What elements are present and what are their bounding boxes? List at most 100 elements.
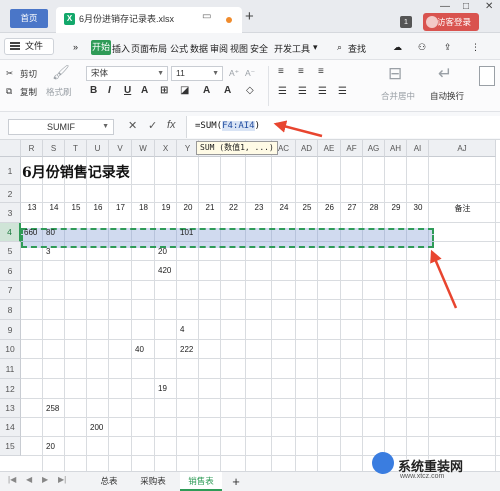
merge-center-button[interactable]: 合并居中 <box>381 90 415 102</box>
column-header[interactable]: V <box>109 140 132 157</box>
row-header[interactable]: 8 <box>0 300 21 320</box>
column-header[interactable]: AJ <box>429 140 496 157</box>
day-header-cell[interactable]: 29 <box>385 203 407 212</box>
data-cell[interactable]: 101 <box>180 228 193 237</box>
border-icon[interactable]: ⊞ <box>160 85 168 96</box>
day-header-cell[interactable]: 24 <box>272 203 296 212</box>
data-cell[interactable]: 19 <box>158 384 167 393</box>
tab-review[interactable]: 审阅 <box>210 42 228 55</box>
italic-icon[interactable]: I <box>108 85 111 96</box>
data-cell[interactable]: 420 <box>158 266 171 275</box>
more-menu-icon[interactable]: » <box>73 42 78 52</box>
tab-page-layout[interactable]: 页面布局 <box>131 42 167 55</box>
formula-input[interactable]: =SUM(F4:AI4) <box>186 116 500 138</box>
day-header-cell[interactable]: 13 <box>21 203 43 212</box>
data-cell[interactable]: 660 <box>24 228 37 237</box>
day-header-cell[interactable]: 20 <box>177 203 199 212</box>
column-header[interactable]: T <box>65 140 87 157</box>
column-header[interactable]: AE <box>318 140 341 157</box>
guest-login-button[interactable]: 访客登录 <box>423 13 479 31</box>
underline-icon[interactable]: U <box>124 85 131 96</box>
row-header[interactable]: 2 <box>0 185 21 203</box>
column-header[interactable]: AD <box>296 140 318 157</box>
highlight-color-icon[interactable]: A <box>224 85 231 96</box>
day-header-cell[interactable]: 30 <box>407 203 429 212</box>
font-color-icon[interactable]: A <box>203 85 210 96</box>
justify-icon[interactable]: ☰ <box>338 86 347 97</box>
tab-view[interactable]: 视图 <box>230 42 248 55</box>
data-cell[interactable]: 80 <box>46 228 55 237</box>
column-header[interactable]: AF <box>341 140 363 157</box>
tab-data[interactable]: 数据 <box>190 42 208 55</box>
number-format-icon[interactable] <box>479 66 495 86</box>
day-header-cell[interactable]: 17 <box>109 203 132 212</box>
sheet-tab-purchase[interactable]: 采购表 <box>134 472 172 491</box>
column-header[interactable]: W <box>132 140 155 157</box>
row-header[interactable]: 9 <box>0 320 21 340</box>
row-header[interactable]: 13 <box>0 399 21 418</box>
name-box[interactable]: SUMIF ▼ <box>8 119 114 135</box>
more-options-icon[interactable]: ⋮ <box>471 42 480 53</box>
row-header[interactable]: 6 <box>0 261 21 281</box>
collab-icon[interactable]: ⚇ <box>418 42 426 53</box>
data-cell[interactable]: 222 <box>180 345 193 354</box>
row-header[interactable]: 4 <box>0 223 21 242</box>
fill-color-icon[interactable]: ◪ <box>180 85 189 96</box>
align-left-icon[interactable]: ☰ <box>278 86 287 97</box>
prev-sheet-icon[interactable]: ◀ <box>26 475 32 484</box>
search-icon[interactable]: ⌕ <box>337 42 342 53</box>
font-grow-icon[interactable]: A⁺ <box>229 68 239 79</box>
select-all-corner[interactable] <box>0 140 21 157</box>
row-header[interactable]: 14 <box>0 418 21 437</box>
next-sheet-icon[interactable]: ▶ <box>42 475 48 484</box>
copy-icon[interactable]: ⧉ <box>6 86 12 97</box>
column-header[interactable]: S <box>43 140 65 157</box>
day-header-cell[interactable]: 23 <box>246 203 272 212</box>
day-header-cell[interactable]: 16 <box>87 203 109 212</box>
row-header[interactable]: 3 <box>0 203 21 223</box>
tab-file[interactable]: X 6月份进销存记录表.xlsx ▭ <box>56 7 242 33</box>
data-cell[interactable]: 20 <box>46 442 55 451</box>
day-header-cell[interactable]: 21 <box>199 203 221 212</box>
maximize-button[interactable]: □ <box>463 1 469 12</box>
column-header[interactable]: AH <box>385 140 407 157</box>
last-sheet-icon[interactable]: ▶| <box>58 475 66 484</box>
tab-formula[interactable]: 公式 <box>170 42 188 55</box>
cut-icon[interactable]: ✂ <box>6 68 13 79</box>
row-header[interactable]: 15 <box>0 437 21 456</box>
data-cell[interactable]: 20 <box>158 247 167 256</box>
day-header-cell[interactable]: 14 <box>43 203 65 212</box>
data-cell[interactable]: 3 <box>46 247 50 256</box>
tab-security[interactable]: 安全 <box>250 42 268 55</box>
data-cell[interactable]: 258 <box>46 404 59 413</box>
data-cell[interactable]: 40 <box>135 345 144 354</box>
add-sheet-button[interactable]: + <box>228 472 244 491</box>
new-tab-button[interactable]: + <box>245 8 254 25</box>
share-icon[interactable]: ⇪ <box>444 42 452 53</box>
row-header[interactable]: 7 <box>0 281 21 300</box>
cut-button[interactable]: 剪切 <box>20 68 37 80</box>
insert-function-icon[interactable]: fx <box>167 119 176 131</box>
align-center-icon[interactable]: ☰ <box>298 86 307 97</box>
day-header-cell[interactable]: 26 <box>318 203 341 212</box>
remark-header-cell[interactable]: 备注 <box>429 203 496 214</box>
clear-format-icon[interactable]: ◇ <box>246 85 254 96</box>
row-header[interactable]: 10 <box>0 340 21 359</box>
tab-developer[interactable]: 开发工具 <box>274 42 310 55</box>
wrap-text-icon[interactable]: ↵ <box>438 64 452 84</box>
tab-start[interactable]: 开始 <box>91 40 111 55</box>
day-header-cell[interactable]: 25 <box>296 203 318 212</box>
monitor-icon[interactable]: ▭ <box>202 11 211 22</box>
spreadsheet-grid[interactable]: RSTUVWXYZAAABACADAEAFAGAHAIAJ 1234567891… <box>0 140 500 471</box>
column-header[interactable]: AG <box>363 140 385 157</box>
window-count-badge[interactable]: 1 <box>400 16 412 28</box>
data-cell[interactable]: 200 <box>90 423 103 432</box>
sheet-tab-summary[interactable]: 总表 <box>92 472 126 491</box>
align-right-icon[interactable]: ☰ <box>318 86 327 97</box>
data-cell[interactable]: 4 <box>180 325 184 334</box>
format-painter-icon[interactable]: 🖌 <box>52 64 70 81</box>
row-header[interactable]: 1 <box>0 157 21 185</box>
confirm-formula-icon[interactable]: ✓ <box>148 119 157 132</box>
selected-range[interactable] <box>21 228 434 248</box>
sheet-tab-sales[interactable]: 销售表 <box>180 472 222 491</box>
